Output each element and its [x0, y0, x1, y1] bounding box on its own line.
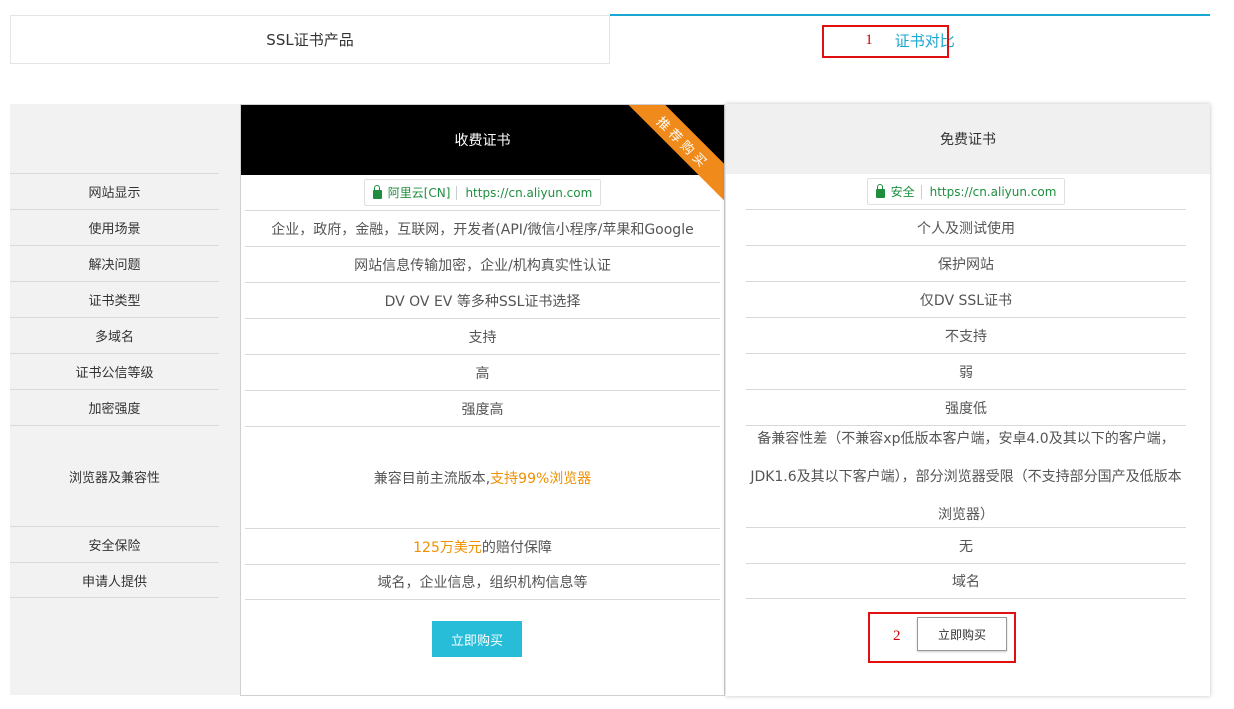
paid-insurance-text: 的赔付保障 [481, 539, 552, 556]
free-browser: 备兼容性差（不兼容xp低版本客户端，安卓4.0及其以下的客户端，JDK1.6及其… [746, 425, 1186, 527]
free-cert-column: 免费证书 安全 https://cn.aliyun.com 个人及测试使用 保护… [726, 104, 1210, 696]
free-cert-type: 仅DV SSL证书 [746, 281, 1186, 317]
free-url: https://cn.aliyun.com [929, 184, 1057, 199]
paid-browser-highlight: 支持99%浏览器 [490, 470, 592, 487]
lock-icon [875, 183, 885, 198]
paid-applicant: 域名，企业信息，组织机构信息等 [245, 564, 720, 600]
free-trust-level: 弱 [746, 353, 1186, 389]
address-bar-divider [920, 184, 922, 199]
paid-browser-text: 兼容目前主流版本, [373, 470, 491, 487]
paid-insurance: 125万美元 的赔付保障 [245, 528, 720, 564]
paid-problem: 网站信息传输加密，企业/机构真实性认证 [245, 246, 720, 282]
row-label-applicant: 申请人提供 [10, 562, 219, 598]
free-site-display: 安全 https://cn.aliyun.com [746, 174, 1186, 209]
lock-icon [372, 184, 382, 199]
paid-encryption: 强度高 [245, 390, 720, 426]
tab-ssl-products-label: SSL证书产品 [266, 31, 354, 49]
row-label-cert-type: 证书类型 [10, 281, 219, 317]
free-applicant: 域名 [746, 563, 1186, 599]
paid-browser: 兼容目前主流版本, 支持99%浏览器 [245, 426, 720, 528]
free-use-case: 个人及测试使用 [746, 209, 1186, 245]
paid-buy-button[interactable]: 立即购买 [432, 621, 522, 657]
paid-site-display: 阿里云[CN] https://cn.aliyun.com [245, 175, 720, 210]
row-label-encryption: 加密强度 [10, 389, 219, 425]
free-problem: 保护网站 [746, 245, 1186, 281]
paid-multi-domain: 支持 [245, 318, 720, 354]
free-address-bar: 安全 https://cn.aliyun.com [866, 178, 1066, 205]
free-site-name: 安全 [890, 185, 915, 199]
annotation-marker-2: 2 [893, 628, 901, 644]
row-label-problem: 解决问题 [10, 245, 219, 281]
free-cert-header: 免费证书 [726, 104, 1210, 174]
address-bar-divider [456, 185, 458, 200]
paid-insurance-amount: 125万美元 [413, 539, 482, 556]
paid-cert-type: DV OV EV 等多种SSL证书选择 [245, 282, 720, 318]
paid-site-name: 阿里云[CN] [387, 186, 451, 200]
tab-ssl-products[interactable]: SSL证书产品 [10, 15, 610, 64]
paid-address-bar: 阿里云[CN] https://cn.aliyun.com [363, 179, 602, 206]
row-label-site-display: 网站显示 [10, 173, 219, 209]
annotation-box-1 [822, 25, 949, 58]
paid-use-case: 企业，政府，金融，互联网，开发者(API/微信小程序/苹果和Google [245, 210, 720, 246]
row-label-insurance: 安全保险 [10, 526, 219, 562]
paid-trust-level: 高 [245, 354, 720, 390]
free-multi-domain: 不支持 [746, 317, 1186, 353]
paid-cert-title: 收费证书 [454, 133, 511, 149]
row-label-multi-domain: 多域名 [10, 317, 219, 353]
free-cert-title: 免费证书 [940, 132, 996, 148]
row-label-trust-level: 证书公信等级 [10, 353, 219, 389]
paid-cert-column: 收费证书 推荐购买 阿里云[CN] https://cn.aliyun.com … [240, 104, 725, 696]
row-label-browser: 浏览器及兼容性 [10, 425, 219, 526]
paid-url: https://cn.aliyun.com [465, 185, 593, 200]
row-label-use-case: 使用场景 [10, 209, 219, 245]
free-insurance: 无 [746, 527, 1186, 563]
annotation-box-2: 2 [868, 612, 1016, 663]
